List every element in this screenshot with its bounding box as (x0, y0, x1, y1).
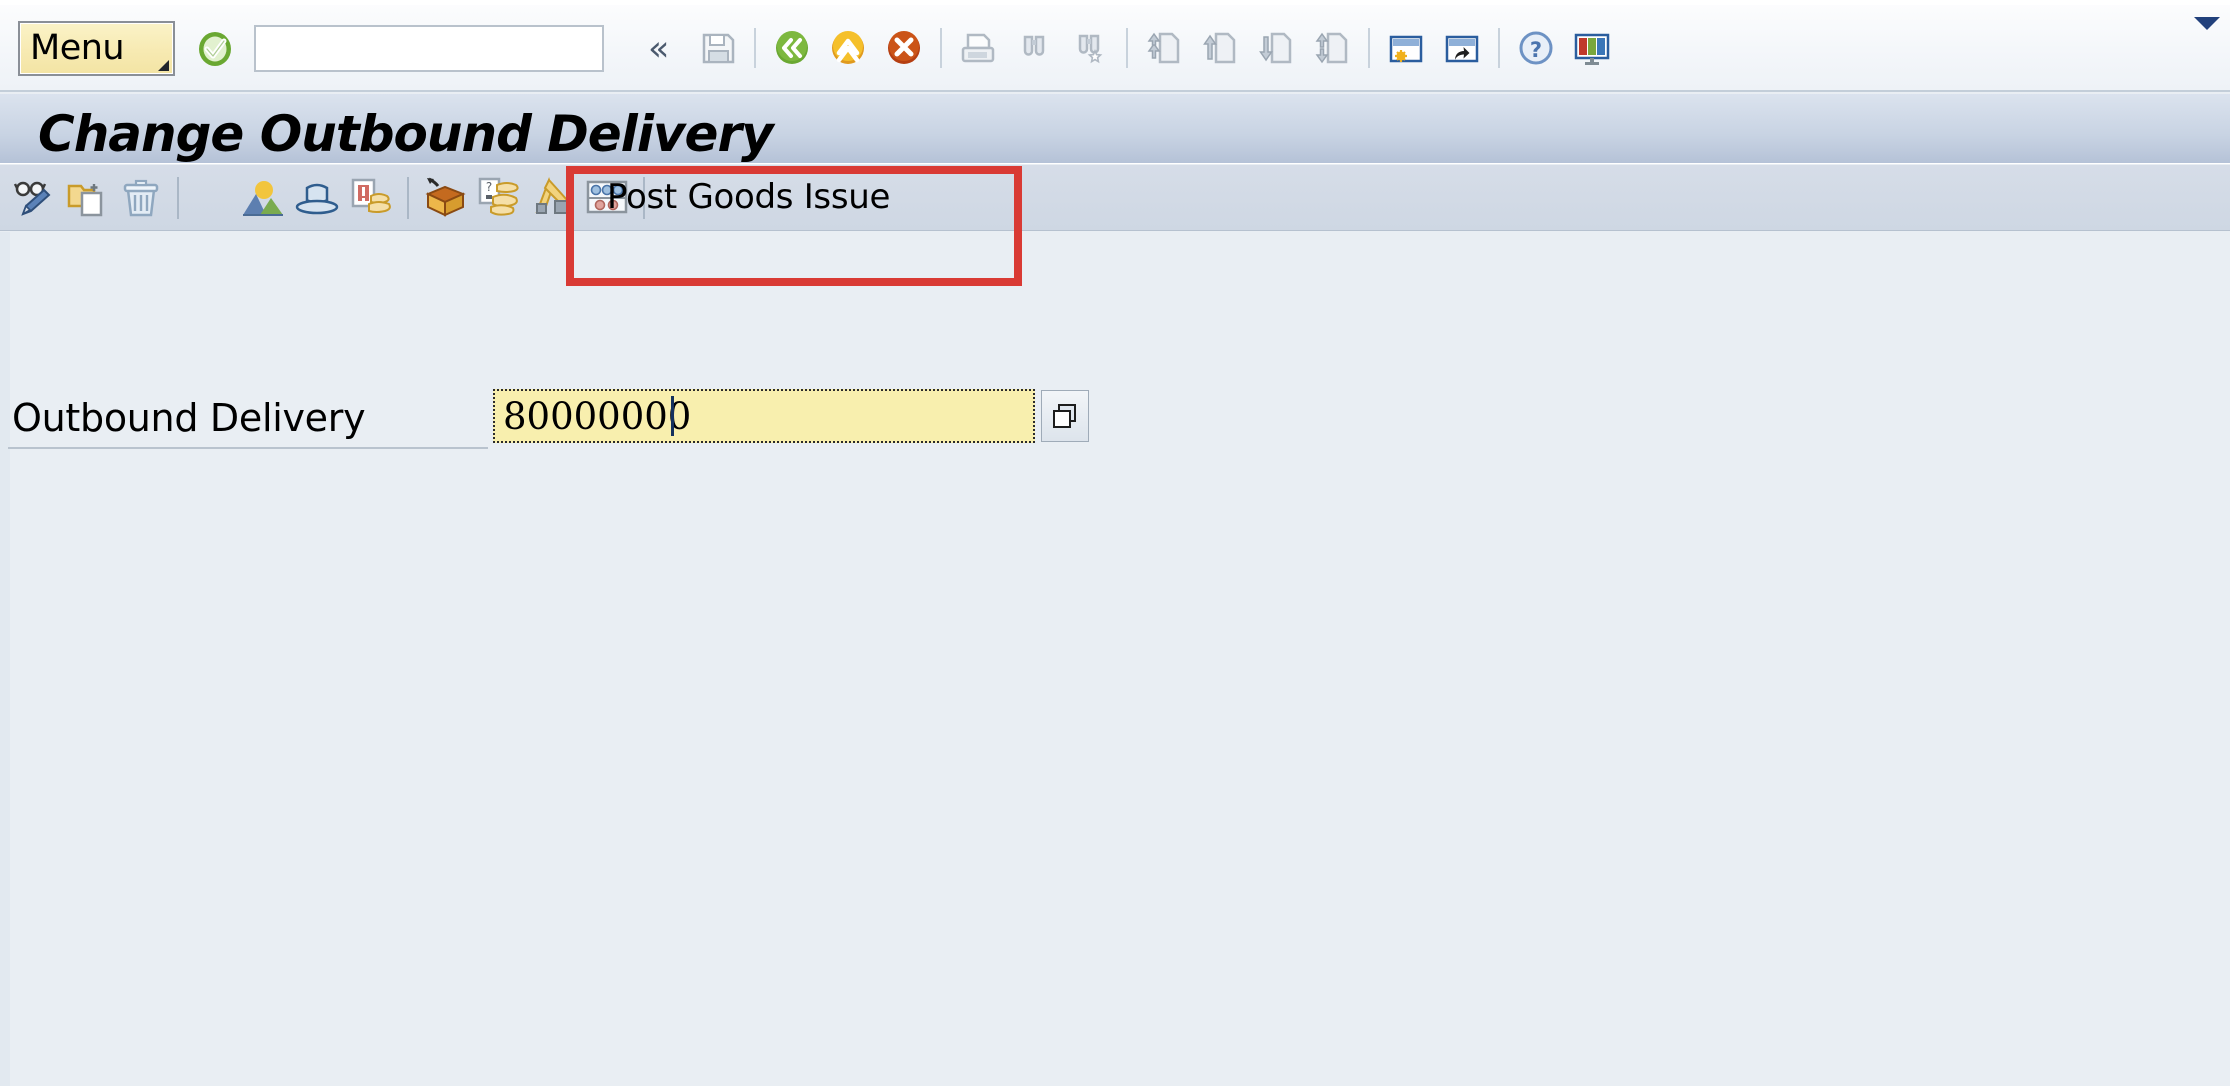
svg-text:?: ? (1530, 38, 1542, 62)
pick-confirm-icon[interactable] (526, 169, 580, 227)
item-details-icon[interactable] (344, 169, 398, 227)
menu-dropdown-corner-icon (158, 60, 169, 71)
back-icon[interactable] (764, 19, 820, 77)
overview-icon[interactable] (236, 169, 290, 227)
delete-icon[interactable] (114, 169, 168, 227)
toolbar-separator (940, 28, 942, 68)
exit-icon[interactable] (820, 19, 876, 77)
find-icon[interactable] (1006, 19, 1062, 77)
last-page-icon[interactable] (1304, 19, 1360, 77)
next-page-icon[interactable] (1248, 19, 1304, 77)
print-icon[interactable] (950, 19, 1006, 77)
toolbar-separator (177, 177, 179, 219)
sap-gui-window: Menu « ? Change Outbound Delivery ? Post… (0, 0, 2230, 1086)
command-field-dropdown-icon[interactable] (2194, 17, 2220, 30)
page-title: Change Outbound Delivery (38, 105, 774, 163)
svg-text:?: ? (486, 180, 492, 194)
menu-button[interactable]: Menu (18, 21, 175, 76)
enter-check-icon[interactable] (196, 30, 234, 68)
toolbar-separator (407, 177, 409, 219)
packing-icon[interactable] (418, 169, 472, 227)
menu-button-label: Menu (30, 28, 125, 68)
collapse-toolbar-icon[interactable]: « (648, 30, 669, 68)
outbound-delivery-field-row: Outbound Delivery (0, 389, 2230, 452)
application-toolbar-icons: ? (6, 168, 654, 228)
create-shortcut-icon[interactable] (1434, 19, 1490, 77)
main-content-area: Outbound Delivery (0, 232, 2230, 1086)
copy-document-icon[interactable] (60, 169, 114, 227)
value-help-icon[interactable] (1041, 390, 1089, 442)
customize-layout-icon[interactable] (1564, 19, 1620, 77)
previous-page-icon[interactable] (1192, 19, 1248, 77)
post-goods-issue-button[interactable]: Post Goods Issue (583, 165, 914, 229)
command-field[interactable] (254, 25, 604, 72)
text-cursor (671, 396, 674, 436)
create-session-icon[interactable] (1378, 19, 1434, 77)
toolbar-separator (1126, 28, 1128, 68)
title-bar: Change Outbound Delivery (0, 94, 2230, 164)
command-field-input[interactable] (256, 27, 602, 70)
system-toolbar: Menu « ? (0, 0, 2230, 92)
outbound-delivery-label: Outbound Delivery (12, 396, 366, 440)
batch-split-icon[interactable]: ? (472, 169, 526, 227)
outbound-delivery-input-wrap (493, 389, 1035, 443)
content-left-margin (0, 232, 10, 1086)
label-underline (8, 447, 488, 449)
cancel-icon[interactable] (876, 19, 932, 77)
toolbar-separator (1368, 28, 1370, 68)
header-details-icon[interactable] (290, 169, 344, 227)
save-icon[interactable] (690, 19, 746, 77)
help-icon[interactable]: ? (1508, 19, 1564, 77)
toolbar-separator (1498, 28, 1500, 68)
outbound-delivery-input[interactable] (493, 389, 1035, 443)
system-toolbar-icons: ? (690, 18, 1620, 78)
find-next-icon[interactable] (1062, 19, 1118, 77)
first-page-icon[interactable] (1136, 19, 1192, 77)
display-change-icon[interactable] (6, 169, 60, 227)
toolbar-separator (754, 28, 756, 68)
application-toolbar: ? Post Goods Issue (0, 165, 2230, 231)
